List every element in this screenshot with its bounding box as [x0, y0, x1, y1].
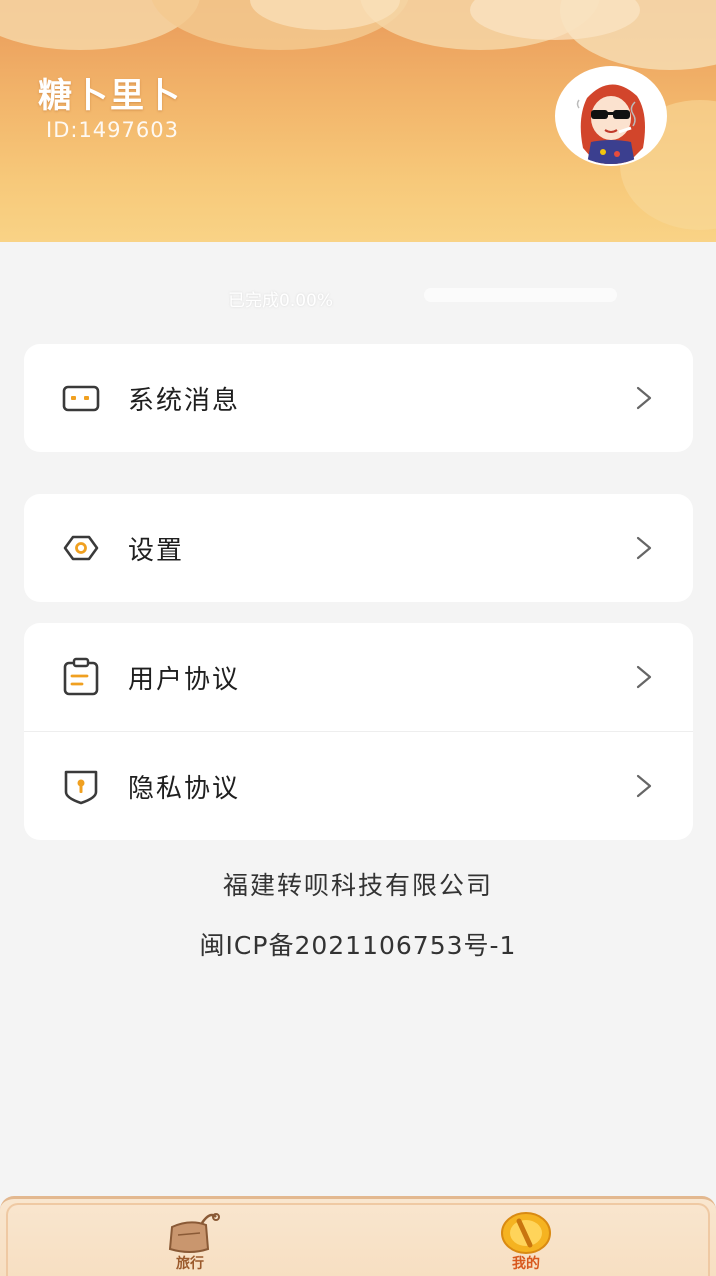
avatar[interactable] — [555, 66, 667, 166]
tab-travel[interactable]: 旅行 — [150, 1205, 230, 1275]
menu-card-settings: 设置 — [24, 494, 693, 602]
bottom-tab-bar: 旅行 我的 — [0, 1196, 716, 1276]
menu-item-system-messages[interactable]: 系统消息 — [24, 344, 693, 452]
menu-item-label: 用户协议 — [128, 664, 241, 695]
menu-item-label: 设置 — [128, 535, 185, 566]
tab-label: 我的 — [512, 1256, 540, 1272]
chevron-right-icon — [636, 665, 652, 689]
avatar-cartoon-icon — [557, 68, 665, 164]
menu-item-settings[interactable]: 设置 — [24, 494, 693, 602]
clipboard-icon — [63, 657, 99, 696]
shield-keyhole-icon — [64, 770, 98, 805]
progress-bar — [424, 288, 617, 302]
message-box-icon — [62, 385, 100, 412]
icp-record[interactable]: 闽ICP备2021106753号-1 — [0, 926, 716, 962]
menu-card-agreements: 用户协议 隐私协议 — [24, 623, 693, 840]
chevron-right-icon — [636, 774, 652, 798]
user-id: ID:1497603 — [46, 118, 179, 142]
progress-text: 已完成0.00% — [228, 291, 334, 311]
username: 糖卜里卜 — [38, 76, 182, 116]
travel-bag-icon — [168, 1213, 220, 1253]
chevron-right-icon — [636, 386, 652, 410]
menu-item-privacy-agreement[interactable]: 隐私协议 — [24, 732, 693, 840]
menu-item-user-agreement[interactable]: 用户协议 — [24, 623, 693, 731]
company-name: 福建转呗科技有限公司 — [222, 871, 493, 900]
menu-card-system-messages: 系统消息 — [24, 344, 693, 452]
menu-item-label: 系统消息 — [128, 385, 241, 416]
hexagon-gear-icon — [63, 535, 99, 561]
chevron-right-icon — [636, 536, 652, 560]
tab-label: 旅行 — [176, 1256, 204, 1272]
tab-mine[interactable]: 我的 — [486, 1205, 566, 1275]
gold-coin-icon — [501, 1212, 551, 1254]
menu-item-label: 隐私协议 — [128, 773, 241, 804]
profile-header: 糖卜里卜 ID:1497603 — [0, 0, 716, 242]
